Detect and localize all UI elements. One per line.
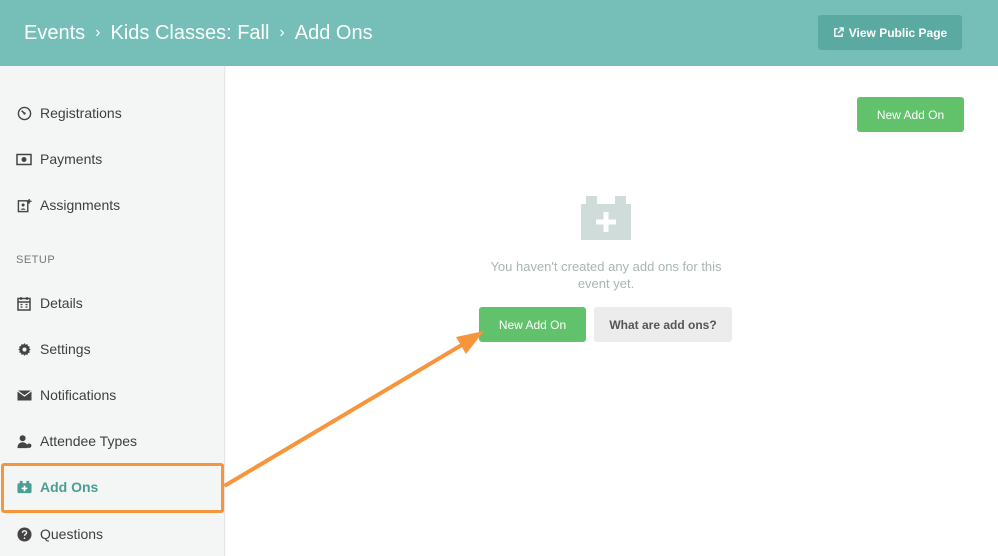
sidebar-item-label: Registrations — [40, 105, 122, 121]
medkit-icon — [581, 196, 631, 240]
top-header: Events › Kids Classes: Fall › Add Ons Vi… — [0, 0, 998, 66]
breadcrumb-event[interactable]: Kids Classes: Fall — [110, 22, 269, 45]
empty-state-message: You haven't created any add ons for this… — [490, 259, 722, 291]
sidebar-item-label: Notifications — [40, 387, 117, 403]
sidebar-item-payments[interactable]: Payments — [0, 139, 225, 179]
breadcrumb: Events › Kids Classes: Fall › Add Ons — [24, 0, 373, 66]
sidebar-item-registrations[interactable]: Registrations — [0, 93, 225, 133]
sidebar-item-label: Assignments — [40, 197, 121, 213]
new-add-on-button[interactable]: New Add On — [479, 307, 586, 342]
assignment-icon — [16, 197, 32, 213]
setup-section-label: SETUP — [16, 254, 56, 266]
view-public-page-button[interactable]: View Public Page — [818, 15, 962, 50]
calendar-icon — [16, 295, 32, 311]
sidebar-item-attendee-types[interactable]: Attendee Types — [0, 421, 225, 461]
sidebar-item-label: Payments — [40, 151, 103, 167]
money-icon — [16, 151, 32, 167]
sidebar-item-label: Add Ons — [40, 479, 99, 495]
question-circle-icon — [16, 526, 32, 542]
new-add-on-top-button[interactable]: New Add On — [857, 97, 964, 132]
sidebar-item-questions[interactable]: Questions — [0, 514, 225, 554]
breadcrumb-separator: › — [279, 24, 285, 41]
what-are-add-ons-button[interactable]: What are add ons? — [594, 307, 732, 342]
view-public-page-label: View Public Page — [848, 25, 948, 40]
breadcrumb-current: Add Ons — [294, 21, 373, 44]
external-link-icon — [833, 27, 844, 38]
sidebar-item-label: Attendee Types — [40, 433, 138, 449]
medkit-icon — [16, 479, 32, 495]
breadcrumb-events[interactable]: Events — [24, 22, 85, 45]
main-content: New Add On You haven't created any add o… — [226, 66, 998, 556]
sidebar-item-details[interactable]: Details — [0, 283, 225, 323]
sidebar-item-label: Questions — [40, 526, 104, 542]
sidebar-item-label: Settings — [40, 341, 91, 357]
sidebar-item-add-ons[interactable]: Add Ons — [0, 467, 225, 507]
envelope-icon — [16, 387, 32, 403]
sidebar-item-notifications[interactable]: Notifications — [0, 375, 225, 415]
sidebar-item-settings[interactable]: Settings — [0, 329, 225, 369]
gear-icon — [16, 341, 32, 357]
sidebar-item-assignments[interactable]: Assignments — [0, 185, 225, 225]
sidebar: Registrations Payments Assignments SETUP… — [0, 66, 225, 556]
gauge-icon — [16, 105, 32, 121]
breadcrumb-separator: › — [95, 24, 101, 41]
user-tie-icon — [16, 433, 32, 449]
sidebar-item-label: Details — [40, 295, 83, 311]
